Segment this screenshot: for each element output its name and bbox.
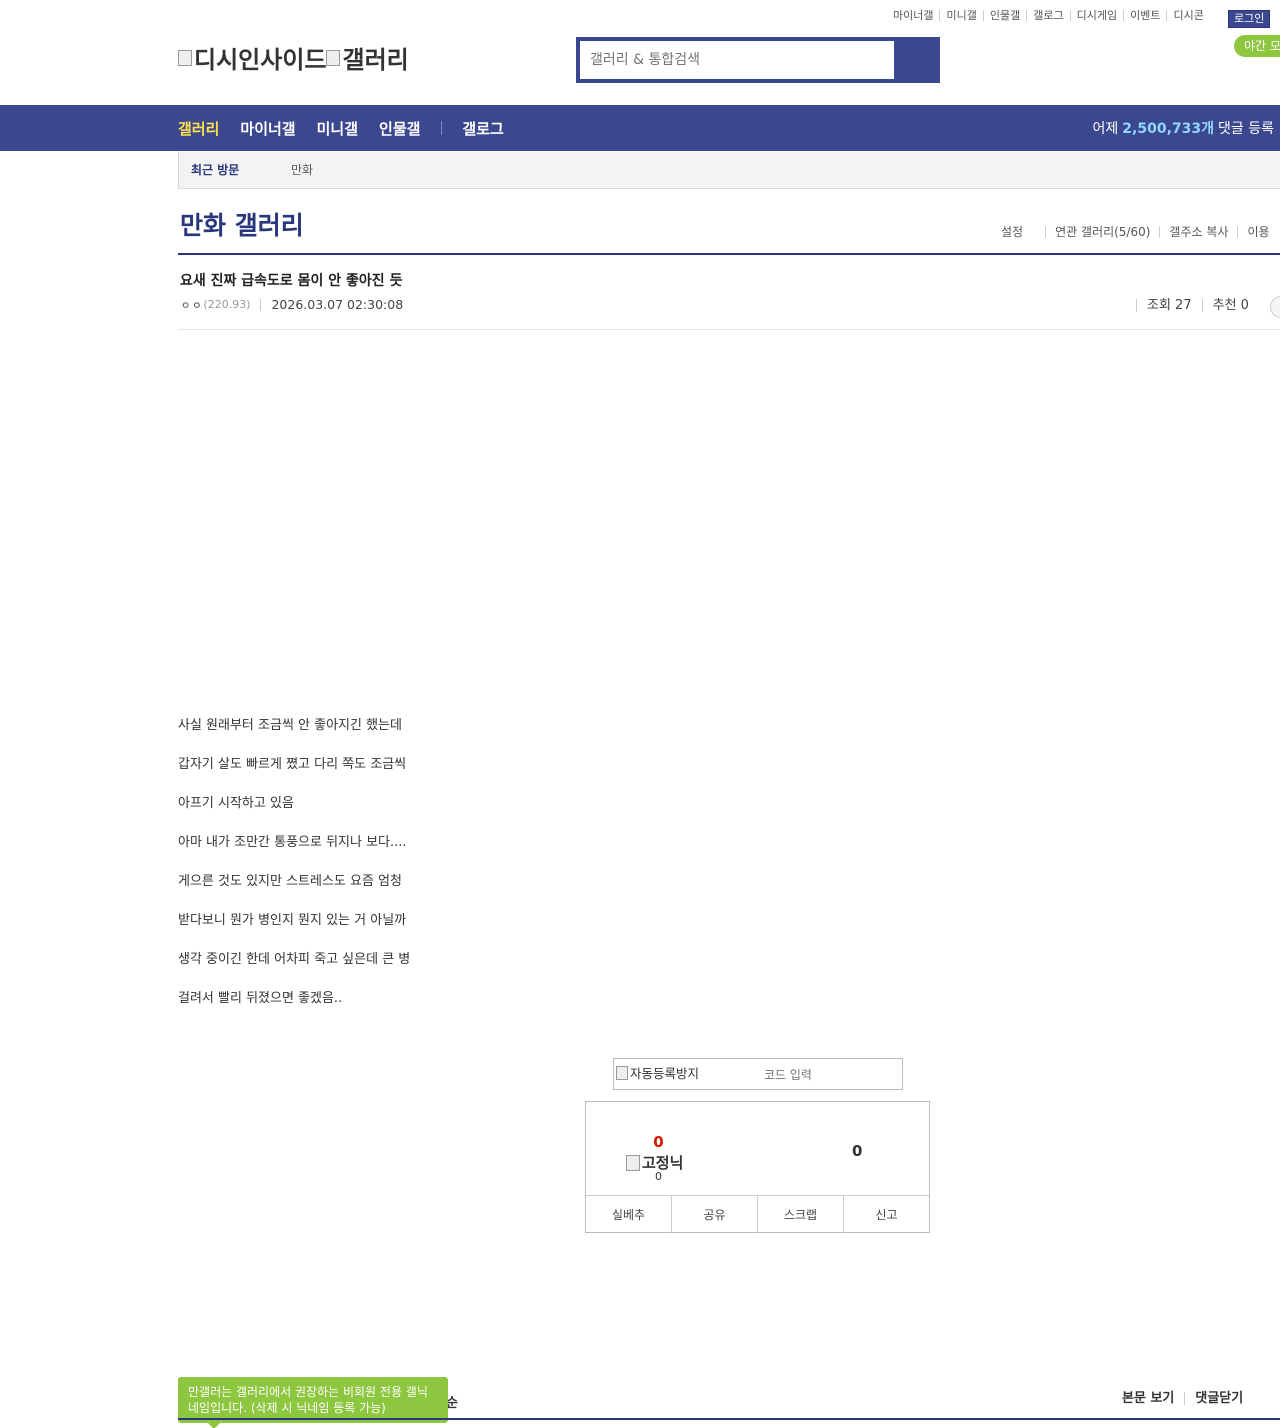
captcha-input[interactable] (764, 1065, 884, 1085)
post-line: 아마 내가 조만간 통풍으로 뒤지나 보다.... (178, 835, 407, 850)
broken-image-icon (178, 49, 192, 66)
recent-visited-bar: 최근 방문 만화 (178, 151, 1280, 189)
broken-image-icon (616, 1065, 628, 1080)
util-link-game[interactable]: 디시게임 (1069, 10, 1123, 21)
nav-item-gallog[interactable]: 갤로그 (462, 118, 503, 139)
scrap-button[interactable]: 스크랩 (757, 1196, 843, 1233)
recent-visited-title: 최근 방문 (191, 163, 240, 177)
search-bar (576, 37, 940, 83)
copy-address-link[interactable]: 갤주소 복사 (1159, 226, 1237, 238)
gallery-title[interactable]: 만화 갤러리 (180, 206, 304, 242)
post-line: 생각 중이긴 한데 어차피 죽고 싶은데 큰 병 (178, 952, 411, 967)
main-nav: 갤러리 마이너갤 미니갤 인물갤 갤로그 어제 2,500,733개 댓글 등록 (0, 105, 1280, 151)
usage-link[interactable]: 이용 (1237, 226, 1278, 238)
comment-stat: 어제 2,500,733개 댓글 등록 (1093, 105, 1274, 151)
nav-divider (441, 121, 443, 135)
post-body: 사실 원래부터 조금씩 안 좋아지긴 했는데 갑자기 살도 빠르게 쪘고 다리 … (178, 717, 410, 1029)
gallery-logo-image: 갤러리 (326, 40, 409, 75)
down-count[interactable]: 0 (852, 1142, 862, 1160)
comment-options: 본문 보기 댓글닫기 (1122, 1392, 1253, 1405)
util-link-gallog[interactable]: 갤로그 (1026, 10, 1069, 21)
view-body-button[interactable]: 본문 보기 (1122, 1392, 1184, 1405)
fixed-nick-count: 0 (655, 1170, 662, 1183)
captcha-image: 자동등록방지 (616, 1063, 699, 1082)
broken-image-icon (326, 49, 341, 66)
share-button[interactable]: 공유 (671, 1196, 757, 1233)
nav-item-person[interactable]: 인물갤 (379, 118, 420, 139)
nick-tooltip: 만갤러는 갤러리에서 권장하는 비회원 전용 갤닉네임입니다. (삭제 시 닉네… (178, 1377, 448, 1428)
recommend-actions: 실베추 공유 스크랩 신고 (586, 1195, 929, 1233)
post-date: 2026.03.07 02:30:08 (260, 298, 403, 311)
post-meta: ㅇㅇ (220.93) 2026.03.07 02:30:08 (181, 297, 403, 312)
best-recommend-button[interactable]: 실베추 (586, 1196, 671, 1233)
util-link-mini[interactable]: 미니갤 (939, 10, 982, 21)
up-count: 0 (653, 1133, 664, 1151)
gallery-options: 설정 연관 갤러리(5/60) 갤주소 복사 이용 (1001, 226, 1279, 238)
recent-visited-item[interactable]: 만화 (291, 161, 313, 178)
author-ip: (220.93) (203, 298, 251, 311)
author-nick[interactable]: ㅇㅇ (181, 297, 203, 312)
nav-item-mini[interactable]: 미니갤 (317, 118, 358, 139)
site-logo[interactable]: 디시인사이드 갤러리 (178, 40, 409, 75)
comment-stat-value: 2,500,733개 (1122, 121, 1215, 137)
close-comments-button[interactable]: 댓글닫기 (1184, 1392, 1253, 1405)
post-line: 걸려서 빨리 뒤졌으면 좋겠음.. (178, 991, 343, 1006)
post-line: 갑자기 살도 빠르게 쪘고 다리 쪽도 조금씩 (178, 757, 407, 772)
title-divider (178, 253, 1280, 255)
util-link-event[interactable]: 이벤트 (1123, 10, 1166, 21)
comment-divider (178, 1418, 1280, 1420)
report-button[interactable]: 신고 (843, 1196, 929, 1233)
post-line: 사실 원래부터 조금씩 안 좋아지긴 했는데 (178, 718, 402, 733)
recommend-count: 추천 0 (1201, 299, 1259, 312)
post-title: 요새 진짜 급속도로 몸이 안 좋아진 듯 (180, 273, 403, 289)
more-button[interactable] (1270, 296, 1280, 318)
broken-image-icon (626, 1154, 640, 1171)
settings-link[interactable]: 설정 (1001, 226, 1045, 238)
search-button[interactable] (898, 41, 936, 79)
login-button[interactable]: 로그인 (1228, 10, 1271, 28)
nav-item-minor[interactable]: 마이너갤 (240, 118, 295, 139)
search-input[interactable] (580, 41, 894, 79)
view-count: 조회 27 (1136, 299, 1202, 312)
util-link-person[interactable]: 인물갤 (982, 10, 1026, 21)
night-mode-button[interactable]: 야간 모 (1234, 35, 1280, 57)
util-link-dccon[interactable]: 디시콘 (1166, 10, 1209, 21)
post-line: 받다보니 뭔가 병인지 뭔지 있는 거 아닐까 (178, 913, 407, 928)
post-stats: 조회 27 추천 0 (1136, 299, 1259, 312)
post-header-divider (178, 329, 1280, 330)
related-gallery-link[interactable]: 연관 갤러리(5/60) (1045, 226, 1159, 238)
captcha-box: 자동등록방지 (613, 1058, 903, 1090)
recommend-box: 0 고정닉 0 0 실베추 공유 스크랩 신고 (585, 1101, 930, 1233)
recommend-up[interactable]: 0 (586, 1132, 731, 1151)
post-line: 게으른 것도 있지만 스트레스도 요즘 엄청 (178, 874, 402, 889)
post-line: 아프기 시작하고 있음 (178, 796, 294, 811)
logo-image: 디시인사이드 (178, 40, 326, 75)
nav-item-gallery[interactable]: 갤러리 (178, 118, 219, 139)
util-links: 마이너갤 미니갤 인물갤 갤로그 디시게임 이벤트 디시콘 (893, 10, 1210, 21)
util-link-minor[interactable]: 마이너갤 (893, 10, 939, 21)
